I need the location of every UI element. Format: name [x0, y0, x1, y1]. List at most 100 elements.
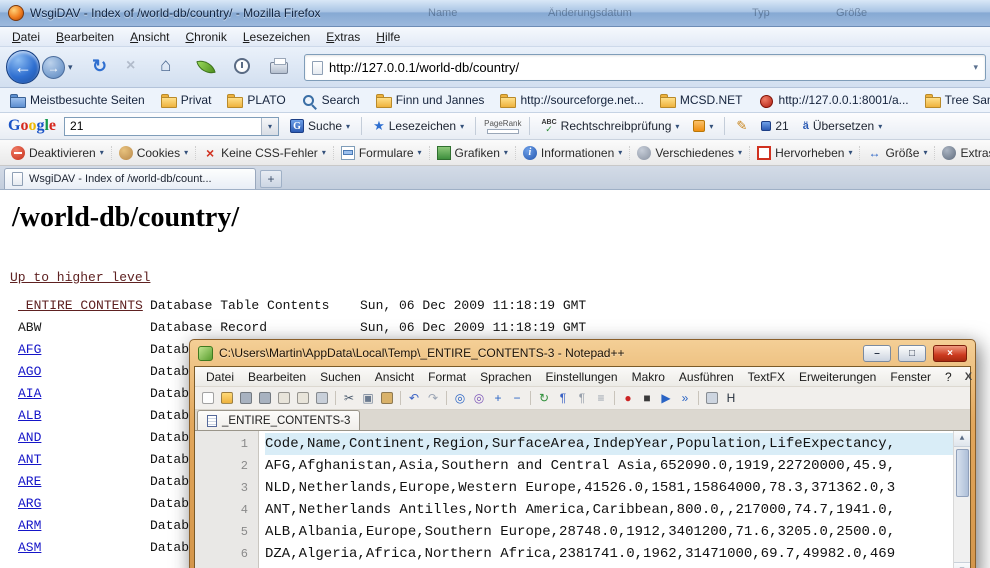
minimize-button[interactable]: – [863, 345, 891, 362]
open-folder-icon[interactable] [221, 392, 233, 404]
bookmark-item[interactable]: MCSD.NET [660, 93, 743, 107]
webdev-menu-button[interactable]: i Informationen ▾ [516, 146, 630, 160]
close-button[interactable]: × [933, 345, 967, 362]
menu-item[interactable]: Ansicht [368, 368, 421, 386]
google-bookmarks-button[interactable]: ★ Lesezeichen ▾ [370, 116, 467, 136]
save-icon[interactable] [240, 392, 252, 404]
run-multi-macro-icon[interactable]: » [676, 389, 694, 407]
undo-icon[interactable]: ↶ [405, 389, 423, 407]
print-button[interactable] [270, 62, 288, 74]
indent-guide-icon[interactable]: ≡ [592, 389, 610, 407]
reload-button[interactable]: ↻ [92, 56, 107, 77]
url-text[interactable]: http://127.0.0.1/world-db/country/ [329, 60, 967, 75]
separator[interactable] [530, 391, 531, 405]
menu-item[interactable]: Ansicht [122, 28, 177, 46]
autofill-button[interactable]: ▾ [690, 118, 716, 134]
code-line[interactable]: ALB,Albania,Europe,Southern Europe,28748… [265, 521, 953, 543]
menu-item[interactable]: TextFX [741, 368, 792, 386]
pagerank-widget[interactable]: PageRank [484, 119, 521, 134]
menu-item[interactable]: Datei [199, 368, 241, 386]
document-close-button[interactable]: X [959, 371, 978, 383]
listing-entry-link[interactable]: ASM [18, 540, 150, 555]
separator[interactable] [335, 391, 336, 405]
word-find-button[interactable]: 21 [758, 117, 791, 135]
back-button[interactable]: ← [6, 50, 40, 84]
vertical-scrollbar[interactable]: ▲ ▼ [953, 431, 970, 568]
webdev-menu-button[interactable]: × Keine CSS-Fehler ▾ [196, 146, 334, 160]
menu-item[interactable]: Fenster [883, 368, 938, 386]
menu-item[interactable]: Sprachen [473, 368, 538, 386]
new-file-icon[interactable] [202, 392, 214, 404]
menu-item[interactable]: Suchen [313, 368, 368, 386]
listing-entry-link[interactable]: ABW [18, 320, 150, 335]
menu-item[interactable]: Format [421, 368, 473, 386]
save-all-icon[interactable] [259, 392, 271, 404]
listing-entry-link[interactable]: AGO [18, 364, 150, 379]
listing-entry-link[interactable]: AIA [18, 386, 150, 401]
zoom-out-icon[interactable]: − [508, 389, 526, 407]
tab-wsgidav-index[interactable]: WsgiDAV - Index of /world-db/count... [4, 168, 256, 189]
show-symbols-icon[interactable]: ¶ [573, 389, 591, 407]
html-preview-icon[interactable]: H [722, 389, 740, 407]
highlight-button[interactable]: ✎ [733, 116, 750, 136]
bookmark-item[interactable]: Tree Samples [925, 93, 990, 107]
code-area[interactable]: Code,Name,Continent,Region,SurfaceArea,I… [259, 431, 953, 568]
separator[interactable] [400, 391, 401, 405]
code-line[interactable]: AFG,Afghanistan,Asia,Southern and Centra… [265, 455, 953, 477]
listing-entry-link[interactable]: ANT [18, 452, 150, 467]
paste-icon[interactable] [381, 392, 393, 404]
bookmark-item[interactable]: http://sourceforge.net... [500, 93, 643, 107]
menu-item[interactable]: Extras [318, 28, 368, 46]
menu-item[interactable]: Erweiterungen [792, 368, 883, 386]
word-wrap-icon[interactable]: ¶ [554, 389, 572, 407]
menu-item[interactable]: Ausführen [672, 368, 741, 386]
listing-entry-link[interactable]: ARE [18, 474, 150, 489]
webdev-menu-button[interactable]: Verschiedenes ▾ [630, 146, 750, 160]
play-macro-icon[interactable]: ▶ [657, 389, 675, 407]
firefox-titlebar[interactable]: WsgiDAV - Index of /world-db/country/ - … [0, 0, 990, 27]
new-tab-button[interactable]: + [260, 170, 282, 188]
menu-item[interactable]: Makro [625, 368, 672, 386]
menu-item[interactable]: Bearbeiten [241, 368, 313, 386]
cut-icon[interactable]: ✂ [340, 389, 358, 407]
code-line[interactable]: Code,Name,Continent,Region,SurfaceArea,I… [265, 433, 953, 455]
home-button[interactable]: ⌂ [160, 55, 171, 77]
url-dropdown-icon[interactable]: ▾ [973, 62, 978, 73]
record-macro-icon[interactable]: ● [619, 389, 637, 407]
find-icon[interactable]: ◎ [451, 389, 469, 407]
separator[interactable] [698, 391, 699, 405]
bookmark-item[interactable]: Finn und Jannes [376, 93, 485, 107]
listing-entry-link[interactable]: ARG [18, 496, 150, 511]
webdev-menu-button[interactable]: Deaktivieren ▾ [4, 146, 112, 160]
code-line[interactable]: NLD,Netherlands,Europe,Western Europe,41… [265, 477, 953, 499]
bookmark-item[interactable]: Meistbesuchte Seiten [10, 93, 145, 107]
menu-item[interactable]: Lesezeichen [235, 28, 318, 46]
sage-feed-button[interactable] [196, 57, 216, 77]
stop-macro-icon[interactable]: ■ [638, 389, 656, 407]
webdev-menu-button[interactable]: Grafiken ▾ [430, 146, 516, 160]
translate-button[interactable]: ä Übersetzen ▾ [800, 117, 886, 135]
webdev-menu-button[interactable]: Extras ▾ [935, 146, 990, 160]
up-to-higher-level-link[interactable]: Up to higher level [10, 270, 150, 285]
close-file-icon[interactable] [278, 392, 290, 404]
menu-item[interactable]: Bearbeiten [48, 28, 122, 46]
print-icon[interactable] [316, 392, 328, 404]
listing-entry-link[interactable]: AFG [18, 342, 150, 357]
code-line[interactable]: ANT,Netherlands Antilles,North America,C… [265, 499, 953, 521]
webdev-menu-button[interactable]: Cookies ▾ [112, 146, 196, 160]
separator[interactable] [446, 391, 447, 405]
scroll-thumb[interactable] [956, 449, 969, 497]
bookmark-item[interactable]: http://127.0.0.1:8001/a... [759, 93, 909, 107]
bookmark-item[interactable]: Privat [161, 93, 212, 107]
zoom-in-icon[interactable]: + [489, 389, 507, 407]
stop-button[interactable]: × [126, 57, 135, 75]
npp-document-tab[interactable]: _ENTIRE_CONTENTS-3 [197, 410, 360, 430]
doc-monitor-icon[interactable] [706, 392, 718, 404]
url-bar[interactable]: http://127.0.0.1/world-db/country/ ▾ [304, 54, 986, 81]
bookmark-item[interactable]: Search [302, 93, 360, 107]
search-history-dropdown[interactable]: ▾ [261, 118, 278, 135]
separator[interactable] [614, 391, 615, 405]
history-clock-button[interactable] [234, 58, 250, 74]
menu-item[interactable]: Hilfe [368, 28, 408, 46]
spellcheck-button[interactable]: ABC ✓ Rechtschreibprüfung ▾ [538, 117, 682, 136]
